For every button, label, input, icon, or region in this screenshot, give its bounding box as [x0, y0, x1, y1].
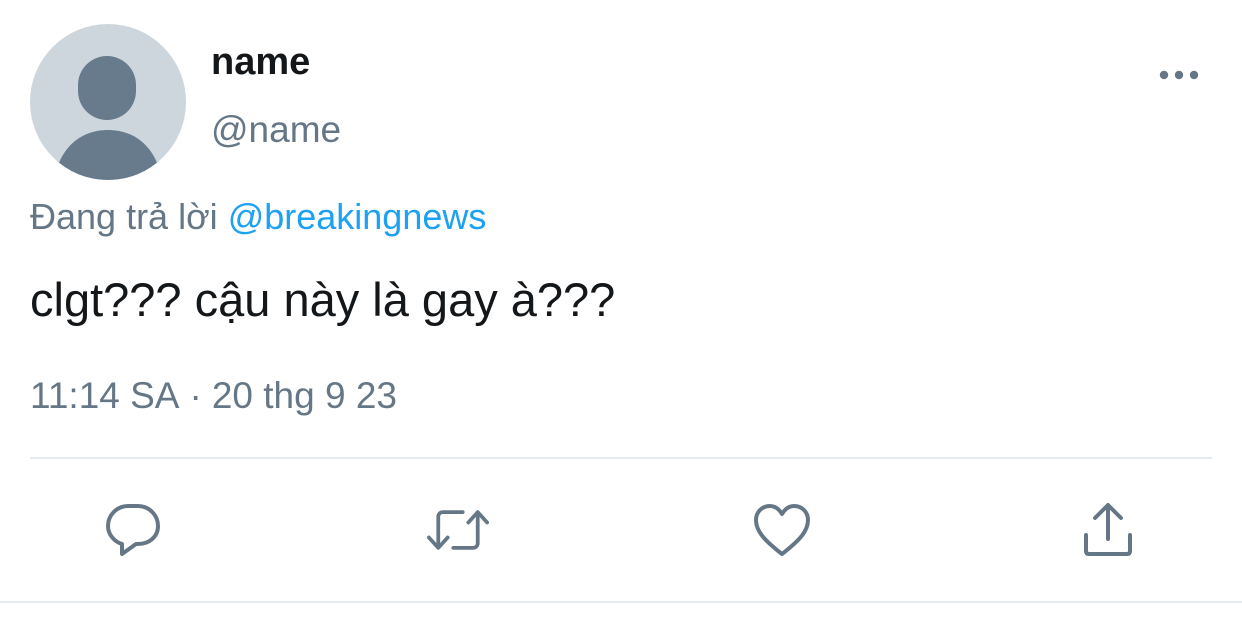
- author-handle[interactable]: @name: [211, 106, 341, 154]
- retweet-arrows-icon: [427, 510, 489, 550]
- timestamp-separator: ·: [189, 375, 202, 416]
- reply-context: Đang trả lời @breakingnews: [30, 193, 486, 241]
- reply-mention-link[interactable]: @breakingnews: [228, 196, 487, 237]
- heart-icon: [754, 504, 810, 556]
- tweet-text: clgt??? cậu này là gay à???: [30, 273, 616, 326]
- divider: [0, 601, 1242, 603]
- more-options-button[interactable]: [1152, 56, 1206, 94]
- reply-context-label: Đang trả lời: [30, 196, 218, 237]
- more-horizontal-icon: [1159, 70, 1199, 80]
- tweet-timestamp[interactable]: 11:14 SA · 20 thg 9 23: [30, 372, 397, 420]
- author-display-name[interactable]: name: [211, 38, 310, 86]
- share-upload-icon: [1084, 503, 1132, 556]
- divider: [30, 457, 1212, 459]
- retweet-button[interactable]: [427, 499, 489, 561]
- timestamp-date: 20 thg 9 23: [211, 375, 397, 416]
- reply-button[interactable]: [102, 499, 164, 561]
- share-button[interactable]: [1077, 499, 1139, 561]
- timestamp-time: 11:14 SA: [30, 375, 180, 416]
- default-profile-silhouette-icon: [54, 56, 162, 180]
- avatar[interactable]: [30, 24, 186, 180]
- like-button[interactable]: [751, 499, 813, 561]
- comment-bubble-icon: [106, 504, 160, 556]
